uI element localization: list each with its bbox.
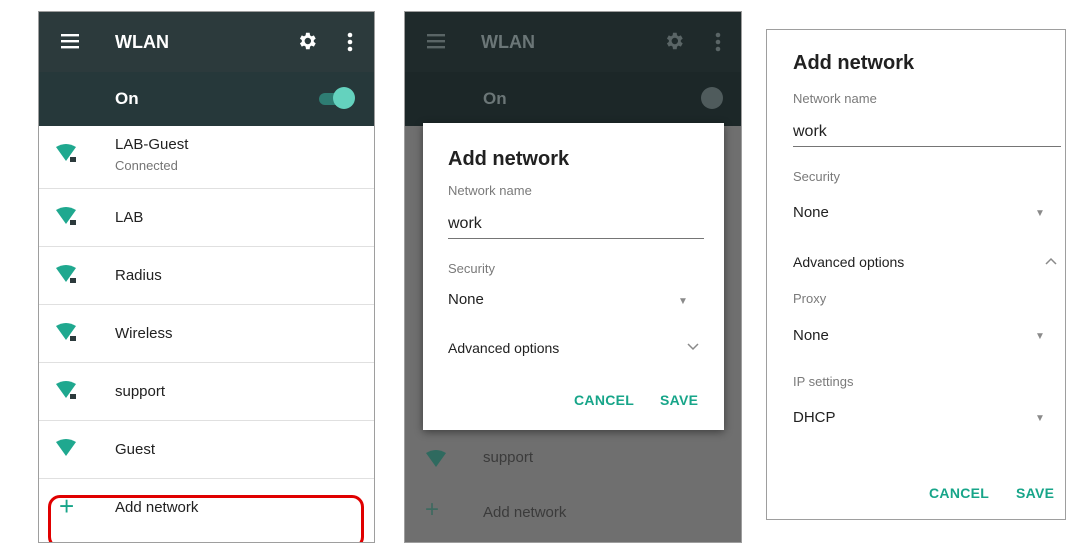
dropdown-arrow-icon[interactable]: ▼ (1035, 208, 1045, 219)
app-title: WLAN (115, 32, 169, 52)
app-bar: WLAN (39, 12, 374, 72)
security-select[interactable]: None (793, 204, 829, 221)
network-item-support[interactable]: support (39, 363, 374, 421)
add-network-dialog-screen: WLAN On support + Add network Add networ… (404, 11, 742, 543)
network-item-wireless[interactable]: Wireless (39, 305, 374, 363)
ip-settings-select[interactable]: DHCP (793, 409, 836, 426)
chevron-up-icon[interactable] (1045, 257, 1057, 265)
security-label: Security (448, 261, 495, 276)
network-name-field[interactable]: work (448, 215, 482, 233)
wifi-locked-icon (56, 323, 76, 341)
network-list: LAB-Guest Connected LAB Radius Wireless … (39, 126, 374, 536)
network-name-underline (448, 238, 704, 239)
gear-icon[interactable] (296, 30, 318, 52)
network-item-lab[interactable]: LAB (39, 189, 374, 247)
network-name: Wireless (115, 325, 173, 342)
cancel-button[interactable]: CANCEL (574, 392, 634, 408)
wifi-locked-icon (56, 207, 76, 225)
add-network-label: Add network (483, 504, 567, 521)
wifi-locked-icon (56, 381, 76, 399)
chevron-down-icon[interactable] (687, 343, 699, 351)
app-title: WLAN (481, 32, 535, 52)
wlan-screen: WLAN On LAB-Guest Connected LAB Radius W… (38, 11, 375, 543)
wlan-toggle-bar[interactable]: On (39, 72, 374, 126)
add-network-advanced-dialog: Add network Network name work Security N… (766, 29, 1066, 520)
menu-icon (427, 34, 445, 49)
wlan-toggle-knob[interactable] (333, 87, 355, 109)
dialog-title: Add network (793, 52, 915, 74)
proxy-select[interactable]: None (793, 327, 829, 344)
advanced-options-toggle[interactable]: Advanced options (448, 340, 559, 356)
network-item-radius[interactable]: Radius (39, 247, 374, 305)
network-item-lab-guest[interactable]: LAB-Guest Connected (39, 126, 374, 189)
network-name-label: Network name (793, 91, 877, 106)
network-name-label: Network name (448, 183, 532, 198)
security-label: Security (793, 169, 840, 184)
wlan-toggle-knob (701, 87, 723, 109)
wifi-icon (56, 439, 76, 456)
save-button[interactable]: SAVE (1016, 485, 1054, 501)
plus-icon: + (425, 496, 440, 523)
dialog-title: Add network (448, 148, 570, 170)
network-name: support (115, 383, 166, 400)
network-name: Guest (115, 441, 156, 458)
cancel-button[interactable]: CANCEL (929, 485, 989, 501)
dropdown-arrow-icon[interactable]: ▼ (1035, 331, 1045, 342)
network-name: Radius (115, 267, 162, 284)
menu-icon[interactable] (61, 33, 79, 49)
app-bar-dimmed: WLAN (405, 12, 741, 72)
overflow-menu-icon[interactable] (347, 32, 353, 52)
network-item-guest[interactable]: Guest (39, 421, 374, 479)
wifi-locked-icon (56, 144, 76, 162)
network-name: support (483, 449, 534, 466)
network-name-underline (793, 146, 1061, 147)
wlan-status: On (483, 89, 507, 108)
dropdown-arrow-icon[interactable]: ▼ (678, 296, 688, 307)
wifi-locked-icon (56, 265, 76, 283)
gear-icon (666, 32, 683, 50)
wifi-icon (426, 450, 446, 467)
wlan-status: On (115, 89, 139, 108)
network-status: Connected (115, 158, 178, 173)
network-name: LAB-Guest (115, 136, 189, 153)
ip-settings-label: IP settings (793, 374, 854, 389)
network-name-field[interactable]: work (793, 123, 827, 141)
network-name: LAB (115, 209, 144, 226)
proxy-label: Proxy (793, 291, 827, 306)
overflow-menu-icon (715, 32, 721, 52)
advanced-options-toggle[interactable]: Advanced options (793, 254, 904, 270)
add-network-dialog: Add network Network name work Security N… (423, 123, 724, 430)
security-select[interactable]: None (448, 291, 484, 308)
add-network-highlight (48, 495, 364, 542)
wlan-toggle-bar-dimmed: On (405, 72, 741, 126)
save-button[interactable]: SAVE (660, 392, 698, 408)
dropdown-arrow-icon[interactable]: ▼ (1035, 413, 1045, 424)
